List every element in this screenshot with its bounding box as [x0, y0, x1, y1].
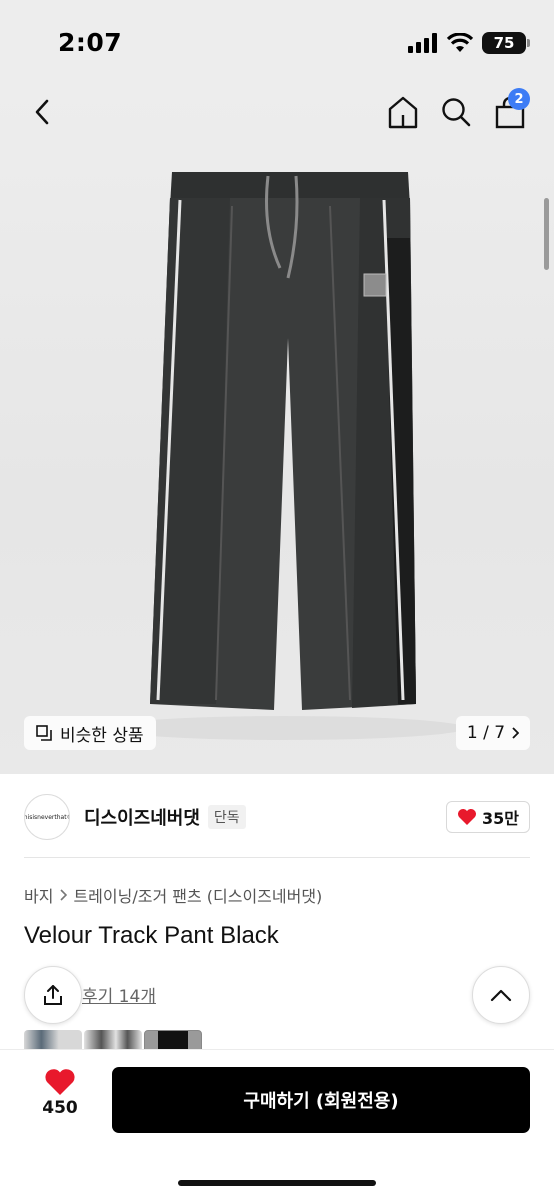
bottom-action-bar: 450 구매하기 (회원전용) [0, 1049, 554, 1200]
like-button[interactable]: 450 [34, 1068, 86, 1118]
status-time: 2:07 [58, 28, 123, 57]
color-thumbnail[interactable] [84, 1030, 142, 1050]
signal-icon [408, 33, 437, 53]
status-bar: 2:07 75 [0, 0, 554, 88]
brand-like-button[interactable]: 35만 [446, 801, 530, 833]
product-image [105, 172, 465, 740]
scrollbar[interactable] [544, 198, 549, 270]
chevron-up-icon [490, 989, 512, 1002]
home-icon [388, 96, 418, 129]
breadcrumb-category[interactable]: 바지 [24, 883, 53, 907]
scroll-top-button[interactable] [472, 966, 530, 1024]
cart-button[interactable]: 2 [494, 88, 530, 130]
product-title: Velour Track Pant Black [24, 922, 279, 949]
heart-icon [45, 1069, 75, 1095]
battery-indicator: 75 [482, 32, 530, 54]
share-icon [44, 985, 62, 1005]
cart-count-badge: 2 [508, 88, 530, 110]
search-button[interactable] [440, 94, 472, 130]
image-pager[interactable]: 1 / 7 [456, 716, 530, 750]
color-thumbnail[interactable] [24, 1030, 82, 1050]
heart-icon [458, 809, 476, 825]
breadcrumb-subcategory[interactable]: 트레이닝/조거 팬츠 (디스이즈네버댓) [73, 883, 322, 907]
similar-products-label: 비슷한 상품 [60, 725, 144, 746]
back-button[interactable] [26, 96, 58, 128]
divider [24, 857, 530, 858]
wifi-icon [446, 33, 474, 52]
like-count: 450 [42, 1098, 78, 1118]
similar-products-button[interactable]: 비슷한 상품 [24, 716, 156, 750]
buy-button[interactable]: 구매하기 (회원전용) [112, 1067, 530, 1133]
breadcrumb: 바지 트레이닝/조거 팬츠 (디스이즈네버댓) [24, 883, 322, 907]
home-button[interactable] [386, 94, 420, 130]
pager-text: 1 / 7 [466, 723, 506, 743]
exclusive-badge: 단독 [207, 805, 246, 829]
chevron-left-icon [35, 99, 49, 125]
reviews-link[interactable]: 후기 14개 [82, 982, 156, 1007]
share-button[interactable] [24, 966, 82, 1024]
color-thumbnail-selected[interactable] [144, 1030, 202, 1050]
color-thumbnails [24, 1030, 202, 1050]
home-indicator [178, 1180, 376, 1186]
brand-name[interactable]: 디스이즈네버댓 [84, 804, 200, 830]
brand-row[interactable]: thisisneverthat® 디스이즈네버댓 단독 35만 [24, 792, 530, 842]
search-icon [442, 98, 471, 127]
brand-like-count: 35만 [482, 809, 519, 828]
brand-logo[interactable]: thisisneverthat® [24, 794, 70, 840]
copy-icon [36, 725, 52, 741]
product-image-gallery[interactable]: 2 [0, 88, 554, 774]
chevron-right-icon [60, 889, 68, 901]
chevron-right-icon [512, 727, 520, 739]
status-icons: 75 [408, 32, 530, 54]
